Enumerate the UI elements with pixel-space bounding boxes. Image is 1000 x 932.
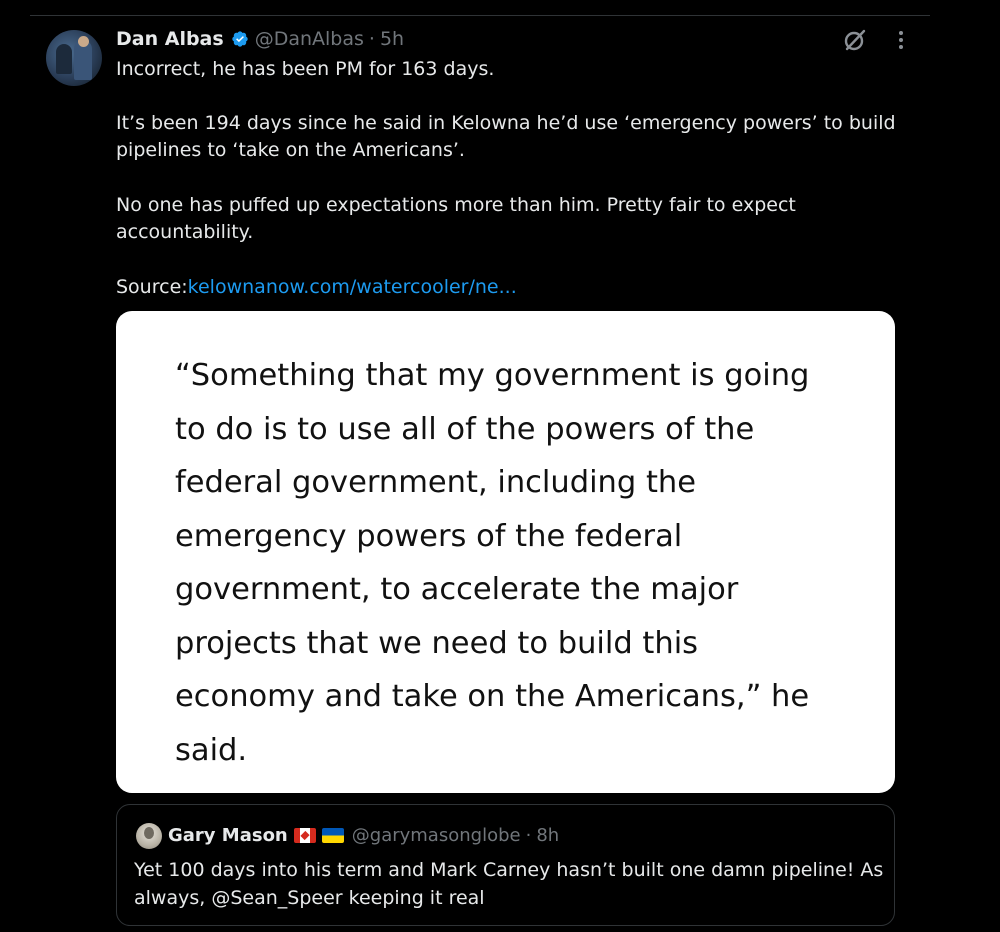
more-options-icon[interactable] [890,29,912,51]
author-name[interactable]: Dan Albas [116,28,224,50]
quoted-post-header: Gary Mason @garymasonglobe · 8h [168,822,559,848]
image-quote-text: “Something that my government is going t… [175,349,865,777]
post-text-paragraph: No one has puffed up expectations more t… [116,192,916,246]
post-text-paragraph: It’s been 194 days since he said in Kelo… [116,110,916,164]
post-source: Source:kelownanow.com/watercooler/ne... [116,274,916,301]
post-header: Dan Albas @DanAlbas · 5h [116,26,404,52]
quoted-avatar[interactable] [136,823,162,849]
source-link[interactable]: kelownanow.com/watercooler/ne... [188,276,517,298]
post-text-line: It’s been 194 days since he said in Kelo… [116,112,896,134]
post-page: Dan Albas @DanAlbas · 5h Incorrect, he h… [0,0,1000,932]
verified-badge-icon [232,31,248,47]
image-quote-line: to do is to use all of the powers of the [175,411,755,447]
post-time[interactable]: 5h [380,28,404,50]
image-quote-line: economy and take on the Americans,” he [175,679,810,714]
avatar-figure [144,827,154,839]
quoted-text-line: always, @Sean_Speer keeping it real [134,887,485,909]
image-quote-line: said. [175,732,248,768]
quoted-post[interactable]: Gary Mason @garymasonglobe · 8h Yet 100 … [116,804,895,926]
source-label: Source: [116,276,188,298]
post-text-line: pipelines to ‘take on the Americans’. [116,139,465,161]
image-quote-line: government, to accelerate the major [175,572,739,607]
avatar[interactable] [46,30,102,86]
avatar-figure [78,36,89,47]
avatar-figure [56,44,72,74]
quoted-post-time[interactable]: 8h [536,825,559,846]
image-quote-line: “Something that my government is going [175,358,810,393]
header-separator: · [368,28,375,50]
quoted-author-name[interactable]: Gary Mason [168,825,288,846]
header-separator: · [525,824,532,846]
quoted-text-line: Yet 100 days into his term and Mark Carn… [134,859,884,881]
divider [30,15,930,16]
post-text-line: No one has puffed up expectations more t… [116,194,796,216]
grok-icon[interactable] [842,27,868,53]
ukraine-flag-icon [321,827,344,843]
quoted-post-text: Yet 100 days into his term and Mark Carn… [134,856,884,912]
author-handle[interactable]: @DanAlbas [255,28,364,50]
image-quote-line: emergency powers of the federal [175,518,683,554]
post-image[interactable]: “Something that my government is going t… [116,311,895,793]
canada-flag-icon [293,827,316,843]
quoted-author-handle[interactable]: @garymasonglobe [352,825,521,846]
image-quote-line: federal government, including the [175,465,697,500]
image-quote-line: projects that we need to build this [175,625,699,661]
post-text-paragraph: Incorrect, he has been PM for 163 days. [116,58,495,80]
maple-leaf-icon [300,830,310,840]
post-text-line: accountability. [116,221,254,243]
